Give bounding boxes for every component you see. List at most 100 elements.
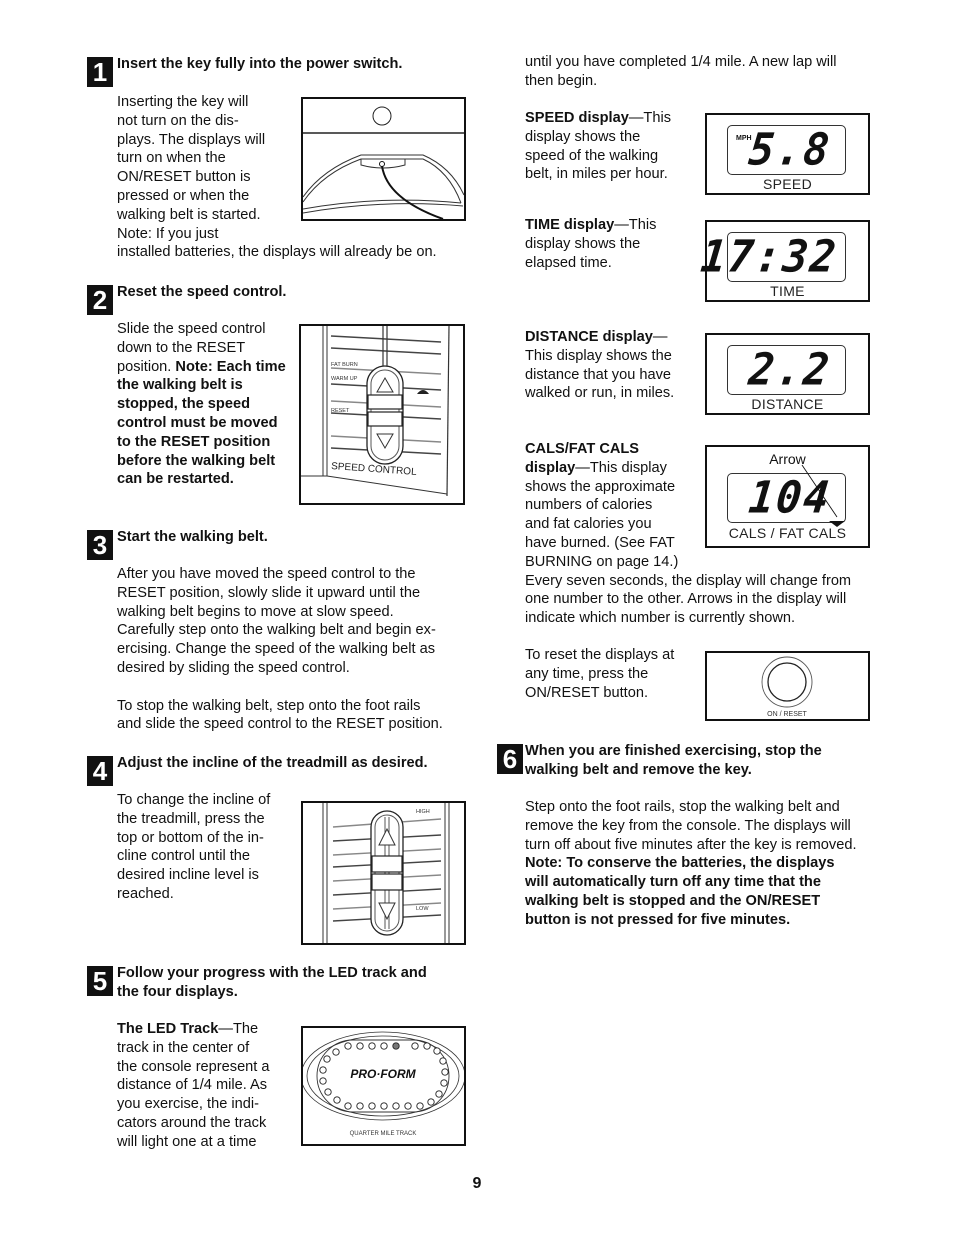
step-6-text: Step onto the foot rails, stop the walki…	[525, 798, 857, 930]
text-line: top or bottom of the in-	[117, 829, 264, 846]
distance-label: DISTANCE	[751, 396, 824, 412]
time-display-text: TIME display—This display shows the elap…	[525, 216, 656, 272]
speed-control-illustration: FAT BURN WARM UP RESET SPEED CONTROL	[301, 325, 450, 497]
text-run: —	[652, 329, 668, 345]
led-indicator	[368, 1042, 376, 1050]
led-indicator	[411, 1042, 419, 1050]
incline-control-figure: HIGH LOW	[301, 801, 466, 945]
text-line: Step onto the foot rails, stop the walki…	[525, 799, 840, 815]
distance-display-figure: 2.2 DISTANCE	[705, 333, 870, 415]
title-line: Follow your progress with the LED track …	[117, 965, 427, 981]
text-run: —The	[218, 1021, 259, 1037]
text-line: After you have moved the speed control t…	[117, 566, 416, 582]
led-indicator	[356, 1042, 364, 1050]
text-line: To stop the walking belt, step onto the …	[117, 697, 421, 714]
text-line: speed of the walking	[525, 147, 659, 164]
fat-burn-label: FAT BURN	[331, 362, 358, 368]
led-indicator	[433, 1047, 441, 1055]
on-reset-illustration: ON / RESET	[761, 656, 813, 718]
distance-display-text: DISTANCE display— This display shows the…	[525, 328, 674, 403]
text-note-bold: will automatically turn off any time tha…	[525, 874, 821, 891]
text-line: To reset the displays at	[525, 647, 675, 663]
step-3-title: Start the walking belt.	[117, 529, 268, 545]
quarter-mile-track-caption: QUARTER MILE TRACK	[350, 1131, 417, 1137]
led-indicator	[416, 1102, 424, 1110]
led-indicator-lit	[392, 1042, 400, 1050]
text-line: desired incline level is	[117, 867, 259, 884]
distance-lcd: 2.2	[727, 343, 846, 396]
led-indicator	[368, 1102, 376, 1110]
led-indicator	[333, 1096, 341, 1104]
distance-value: 2.2	[746, 343, 834, 396]
time-display-figure: 17:32 TIME	[698, 220, 870, 302]
step-5-text: The LED Track—The track in the center of…	[117, 1020, 270, 1152]
power-switch-figure	[301, 97, 466, 221]
continuation-text: until you have completed 1/4 mile. A new…	[525, 53, 837, 91]
step-number-5: 5	[87, 966, 113, 996]
text-line: ON/RESET button.	[525, 684, 649, 701]
text-line: BURNING on page 14.)	[525, 553, 679, 570]
text-line: then begin.	[525, 72, 598, 89]
step-number-1: 1	[87, 57, 113, 87]
step-6-title: When you are finished exercising, stop t…	[525, 742, 822, 780]
led-indicator	[324, 1088, 332, 1096]
text-note-bold: button is not pressed for five minutes.	[525, 911, 791, 928]
text-line: reached.	[117, 885, 174, 902]
time-lcd: 17:32	[698, 231, 846, 282]
speed-display-figure: MPH 5.8 SPEED	[705, 113, 870, 195]
text-line: indicate which number is currently shown…	[525, 610, 796, 627]
led-indicator	[441, 1068, 449, 1076]
step-4-title: Adjust the incline of the treadmill as d…	[117, 755, 428, 771]
high-label: HIGH	[416, 809, 430, 815]
time-value: 17:32	[697, 230, 840, 283]
text-line: the treadmill, press the	[117, 810, 265, 827]
title-line: When you are finished exercising, stop t…	[525, 743, 822, 759]
led-track-illustration: PRO·FORM QUARTER MILE TRACK	[300, 1031, 466, 1137]
speed-control-figure: FAT BURN WARM UP RESET SPEED CONTROL	[299, 324, 465, 505]
reset-label: RESET	[331, 408, 350, 414]
text-line: cline control until the	[117, 848, 251, 865]
led-indicator	[392, 1102, 400, 1110]
distance-display-heading: DISTANCE display	[525, 329, 653, 345]
led-indicator	[440, 1079, 448, 1087]
text-line: Note: If you just	[117, 225, 219, 242]
step-1-title: Insert the key fully into the power swit…	[117, 56, 403, 72]
led-track-figure: PRO·FORM QUARTER MILE TRACK	[300, 1026, 466, 1146]
cals-display-heading-2: display	[525, 459, 576, 476]
led-track-heading: The LED Track	[117, 1021, 219, 1037]
led-indicator	[344, 1102, 352, 1110]
led-indicator	[439, 1057, 447, 1065]
led-indicator	[423, 1042, 431, 1050]
led-indicator	[435, 1090, 443, 1098]
low-label: LOW	[416, 906, 429, 912]
text-line: remove the key from the console. The dis…	[525, 817, 851, 834]
speed-control-caption: SPEED CONTROL	[331, 461, 418, 478]
text-line: belt, in miles per hour.	[525, 166, 668, 183]
time-label: TIME	[770, 283, 805, 299]
led-indicator	[323, 1055, 331, 1063]
step-number-2: 2	[87, 285, 113, 315]
led-indicator	[427, 1098, 435, 1106]
turtle-icon	[417, 390, 429, 394]
text-line: will light one at a time	[117, 1133, 257, 1150]
text-line: the console represent a	[117, 1058, 270, 1075]
cals-label: CALS / FAT CALS	[728, 525, 847, 541]
step-number-3: 3	[87, 530, 113, 560]
text-line: desired by sliding the speed control.	[117, 659, 350, 676]
reset-text: To reset the displays at any time, press…	[525, 646, 674, 702]
text-run: —This	[614, 217, 657, 233]
led-indicator	[319, 1077, 327, 1085]
speed-display-heading: SPEED display	[525, 110, 629, 126]
step-number-6: 6	[497, 744, 523, 774]
cals-display-figure: Arrow 104 CALS / FAT CALS	[705, 445, 870, 548]
cals-display-heading: CALS/FAT CALS	[525, 441, 640, 457]
text-line: and slide the speed control to the RESET…	[117, 716, 443, 733]
on-reset-button-icon	[767, 662, 807, 702]
title-line: walking belt and remove the key.	[525, 762, 752, 778]
brand-logo: PRO·FORM	[350, 1067, 416, 1081]
led-indicator	[356, 1102, 364, 1110]
text-run: —This display	[575, 459, 667, 476]
on-reset-label: ON / RESET	[767, 711, 807, 718]
speed-display-text: SPEED display—This display shows the spe…	[525, 109, 671, 184]
text-line: elapsed time.	[525, 254, 612, 271]
